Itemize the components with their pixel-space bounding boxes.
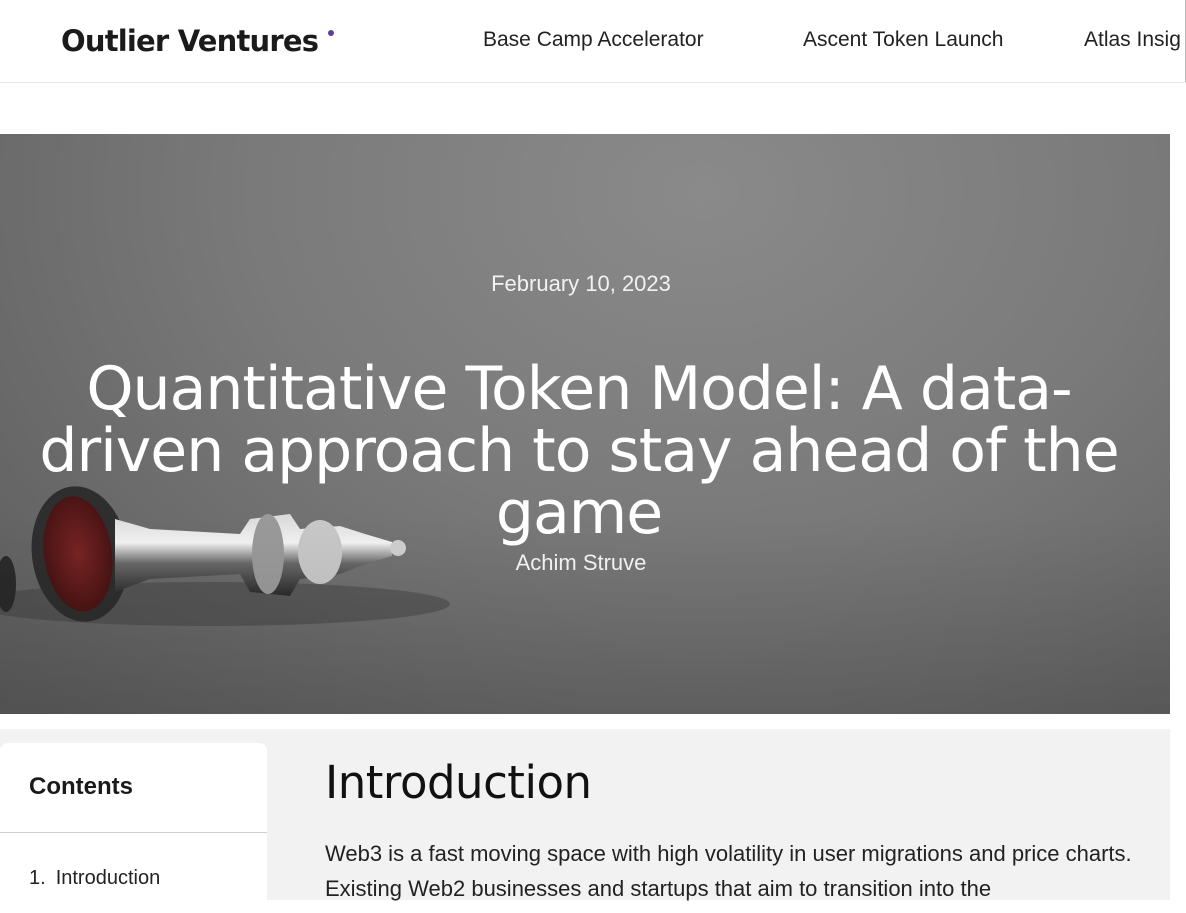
post-date: February 10, 2023 [491,271,671,296]
table-of-contents: Contents 1. Introduction [0,743,267,913]
post-title: Quantitative Token Model: A data-driven … [39,354,1119,548]
toc-item-label: Introduction [55,867,161,889]
nav-ascent-token-launch[interactable]: Ascent Token Launch [803,28,1003,52]
toc-item-introduction[interactable]: 1. Introduction [29,867,160,890]
post-author[interactable]: Achim Struve [0,550,1162,576]
toc-item-number: 1. [29,867,46,889]
hero-banner: February 10, 2023 Quantitative Token Mod… [0,134,1170,714]
site-header: Outlier Ventures Base Camp Accelerator A… [0,0,1186,83]
logo[interactable]: Outlier Ventures [61,24,319,58]
logo-dot-icon [328,30,334,36]
toc-divider [0,832,267,833]
section-heading: Introduction [325,756,592,809]
toc-title: Contents [29,773,133,800]
nav-atlas-insights[interactable]: Atlas Insig [1084,28,1181,52]
section-paragraph: Web3 is a fast moving space with high vo… [325,841,1132,901]
nav-base-camp-accelerator[interactable]: Base Camp Accelerator [483,28,704,52]
